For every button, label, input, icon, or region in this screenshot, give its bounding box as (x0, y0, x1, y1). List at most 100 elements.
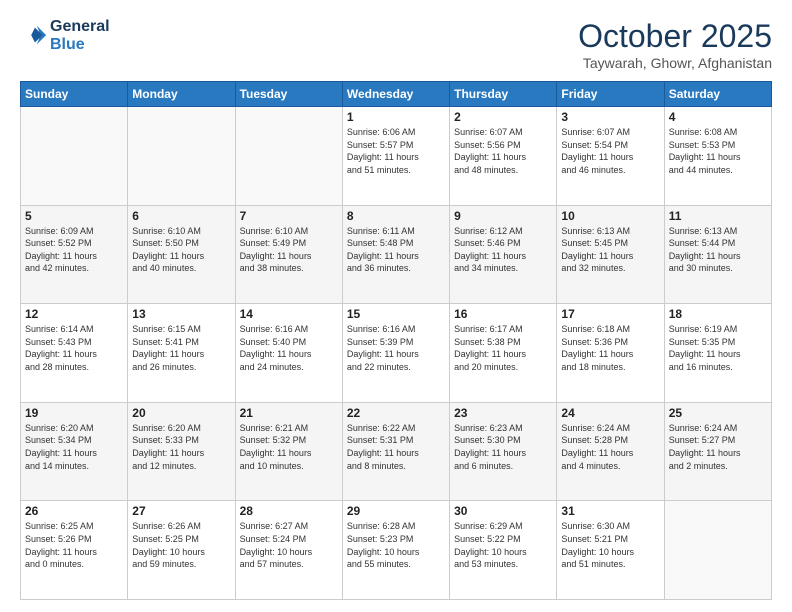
calendar-cell (235, 107, 342, 206)
day-info: Sunrise: 6:11 AM Sunset: 5:48 PM Dayligh… (347, 225, 445, 275)
weekday-header-wednesday: Wednesday (342, 82, 449, 107)
day-info: Sunrise: 6:09 AM Sunset: 5:52 PM Dayligh… (25, 225, 123, 275)
header: General Blue October 2025 Taywarah, Ghow… (20, 18, 772, 71)
day-number: 31 (561, 504, 659, 518)
day-number: 27 (132, 504, 230, 518)
day-number: 26 (25, 504, 123, 518)
day-number: 20 (132, 406, 230, 420)
day-number: 21 (240, 406, 338, 420)
day-info: Sunrise: 6:24 AM Sunset: 5:28 PM Dayligh… (561, 422, 659, 472)
calendar-cell: 18 Sunrise: 6:19 AM Sunset: 5:35 PM Dayli… (664, 304, 771, 403)
calendar-cell: 7 Sunrise: 6:10 AM Sunset: 5:49 PM Daylig… (235, 205, 342, 304)
day-number: 12 (25, 307, 123, 321)
day-info: Sunrise: 6:10 AM Sunset: 5:50 PM Dayligh… (132, 225, 230, 275)
weekday-header-tuesday: Tuesday (235, 82, 342, 107)
weekday-header-friday: Friday (557, 82, 664, 107)
day-number: 16 (454, 307, 552, 321)
day-info: Sunrise: 6:24 AM Sunset: 5:27 PM Dayligh… (669, 422, 767, 472)
day-info: Sunrise: 6:25 AM Sunset: 5:26 PM Dayligh… (25, 520, 123, 570)
day-number: 7 (240, 209, 338, 223)
day-number: 3 (561, 110, 659, 124)
day-number: 8 (347, 209, 445, 223)
day-info: Sunrise: 6:22 AM Sunset: 5:31 PM Dayligh… (347, 422, 445, 472)
calendar-cell: 13Sunrise: 6:15 AM Sunset: 5:41 PM Dayli… (128, 304, 235, 403)
calendar-cell (128, 107, 235, 206)
day-info: Sunrise: 6:07 AM Sunset: 5:54 PM Dayligh… (561, 126, 659, 176)
calendar-cell: 31 Sunrise: 6:30 AM Sunset: 5:21 PM Dayli… (557, 501, 664, 600)
calendar-cell: 14Sunrise: 6:16 AM Sunset: 5:40 PM Dayli… (235, 304, 342, 403)
day-info: Sunrise: 6:07 AM Sunset: 5:56 PM Dayligh… (454, 126, 552, 176)
day-info: Sunrise: 6:16 AM Sunset: 5:39 PM Dayligh… (347, 323, 445, 373)
calendar-cell (664, 501, 771, 600)
calendar-cell: 25 Sunrise: 6:24 AM Sunset: 5:27 PM Dayli… (664, 402, 771, 501)
day-number: 5 (25, 209, 123, 223)
page: General Blue October 2025 Taywarah, Ghow… (0, 0, 792, 612)
day-number: 17 (561, 307, 659, 321)
calendar-cell: 16Sunrise: 6:17 AM Sunset: 5:38 PM Dayli… (450, 304, 557, 403)
day-info: Sunrise: 6:13 AM Sunset: 5:45 PM Dayligh… (561, 225, 659, 275)
calendar-cell: 15Sunrise: 6:16 AM Sunset: 5:39 PM Dayli… (342, 304, 449, 403)
day-number: 14 (240, 307, 338, 321)
weekday-header-thursday: Thursday (450, 82, 557, 107)
calendar-cell: 9 Sunrise: 6:12 AM Sunset: 5:46 PM Daylig… (450, 205, 557, 304)
day-info: Sunrise: 6:10 AM Sunset: 5:49 PM Dayligh… (240, 225, 338, 275)
weekday-header-saturday: Saturday (664, 82, 771, 107)
calendar-week-1: 5 Sunrise: 6:09 AM Sunset: 5:52 PM Daylig… (21, 205, 772, 304)
location: Taywarah, Ghowr, Afghanistan (578, 55, 772, 71)
day-info: Sunrise: 6:20 AM Sunset: 5:33 PM Dayligh… (132, 422, 230, 472)
day-number: 22 (347, 406, 445, 420)
day-info: Sunrise: 6:06 AM Sunset: 5:57 PM Dayligh… (347, 126, 445, 176)
day-info: Sunrise: 6:18 AM Sunset: 5:36 PM Dayligh… (561, 323, 659, 373)
logo-icon (20, 22, 48, 50)
day-number: 4 (669, 110, 767, 124)
day-number: 1 (347, 110, 445, 124)
day-info: Sunrise: 6:19 AM Sunset: 5:35 PM Dayligh… (669, 323, 767, 373)
weekday-header-monday: Monday (128, 82, 235, 107)
calendar-cell: 19Sunrise: 6:20 AM Sunset: 5:34 PM Dayli… (21, 402, 128, 501)
day-number: 6 (132, 209, 230, 223)
day-info: Sunrise: 6:12 AM Sunset: 5:46 PM Dayligh… (454, 225, 552, 275)
day-number: 2 (454, 110, 552, 124)
calendar-cell: 30Sunrise: 6:29 AM Sunset: 5:22 PM Dayli… (450, 501, 557, 600)
day-number: 24 (561, 406, 659, 420)
calendar-week-3: 19Sunrise: 6:20 AM Sunset: 5:34 PM Dayli… (21, 402, 772, 501)
day-info: Sunrise: 6:13 AM Sunset: 5:44 PM Dayligh… (669, 225, 767, 275)
day-info: Sunrise: 6:14 AM Sunset: 5:43 PM Dayligh… (25, 323, 123, 373)
calendar-cell: 3 Sunrise: 6:07 AM Sunset: 5:54 PM Daylig… (557, 107, 664, 206)
day-info: Sunrise: 6:30 AM Sunset: 5:21 PM Dayligh… (561, 520, 659, 570)
day-info: Sunrise: 6:28 AM Sunset: 5:23 PM Dayligh… (347, 520, 445, 570)
day-number: 25 (669, 406, 767, 420)
calendar-table: SundayMondayTuesdayWednesdayThursdayFrid… (20, 81, 772, 600)
calendar-cell: 28Sunrise: 6:27 AM Sunset: 5:24 PM Dayli… (235, 501, 342, 600)
logo-text: General Blue (50, 18, 110, 54)
calendar-cell: 29Sunrise: 6:28 AM Sunset: 5:23 PM Dayli… (342, 501, 449, 600)
day-number: 18 (669, 307, 767, 321)
day-number: 10 (561, 209, 659, 223)
calendar-week-0: 1 Sunrise: 6:06 AM Sunset: 5:57 PM Daylig… (21, 107, 772, 206)
calendar-header-row: SundayMondayTuesdayWednesdayThursdayFrid… (21, 82, 772, 107)
day-number: 11 (669, 209, 767, 223)
month-title: October 2025 (578, 18, 772, 55)
logo: General Blue (20, 18, 110, 54)
calendar-cell: 6 Sunrise: 6:10 AM Sunset: 5:50 PM Daylig… (128, 205, 235, 304)
day-info: Sunrise: 6:15 AM Sunset: 5:41 PM Dayligh… (132, 323, 230, 373)
day-info: Sunrise: 6:26 AM Sunset: 5:25 PM Dayligh… (132, 520, 230, 570)
day-info: Sunrise: 6:21 AM Sunset: 5:32 PM Dayligh… (240, 422, 338, 472)
calendar-cell: 12 Sunrise: 6:14 AM Sunset: 5:43 PM Dayli… (21, 304, 128, 403)
day-number: 19 (25, 406, 123, 420)
weekday-header-sunday: Sunday (21, 82, 128, 107)
calendar-cell: 1 Sunrise: 6:06 AM Sunset: 5:57 PM Daylig… (342, 107, 449, 206)
calendar-week-2: 12 Sunrise: 6:14 AM Sunset: 5:43 PM Dayli… (21, 304, 772, 403)
calendar-cell: 23Sunrise: 6:23 AM Sunset: 5:30 PM Dayli… (450, 402, 557, 501)
calendar-cell: 4Sunrise: 6:08 AM Sunset: 5:53 PM Daylig… (664, 107, 771, 206)
day-number: 9 (454, 209, 552, 223)
calendar-cell: 24 Sunrise: 6:24 AM Sunset: 5:28 PM Dayli… (557, 402, 664, 501)
day-info: Sunrise: 6:23 AM Sunset: 5:30 PM Dayligh… (454, 422, 552, 472)
day-number: 28 (240, 504, 338, 518)
calendar-cell: 2 Sunrise: 6:07 AM Sunset: 5:56 PM Daylig… (450, 107, 557, 206)
calendar-cell: 20 Sunrise: 6:20 AM Sunset: 5:33 PM Dayli… (128, 402, 235, 501)
title-area: October 2025 Taywarah, Ghowr, Afghanista… (578, 18, 772, 71)
calendar-cell: 26 Sunrise: 6:25 AM Sunset: 5:26 PM Dayli… (21, 501, 128, 600)
calendar-cell: 8 Sunrise: 6:11 AM Sunset: 5:48 PM Daylig… (342, 205, 449, 304)
calendar-cell: 11 Sunrise: 6:13 AM Sunset: 5:44 PM Dayli… (664, 205, 771, 304)
